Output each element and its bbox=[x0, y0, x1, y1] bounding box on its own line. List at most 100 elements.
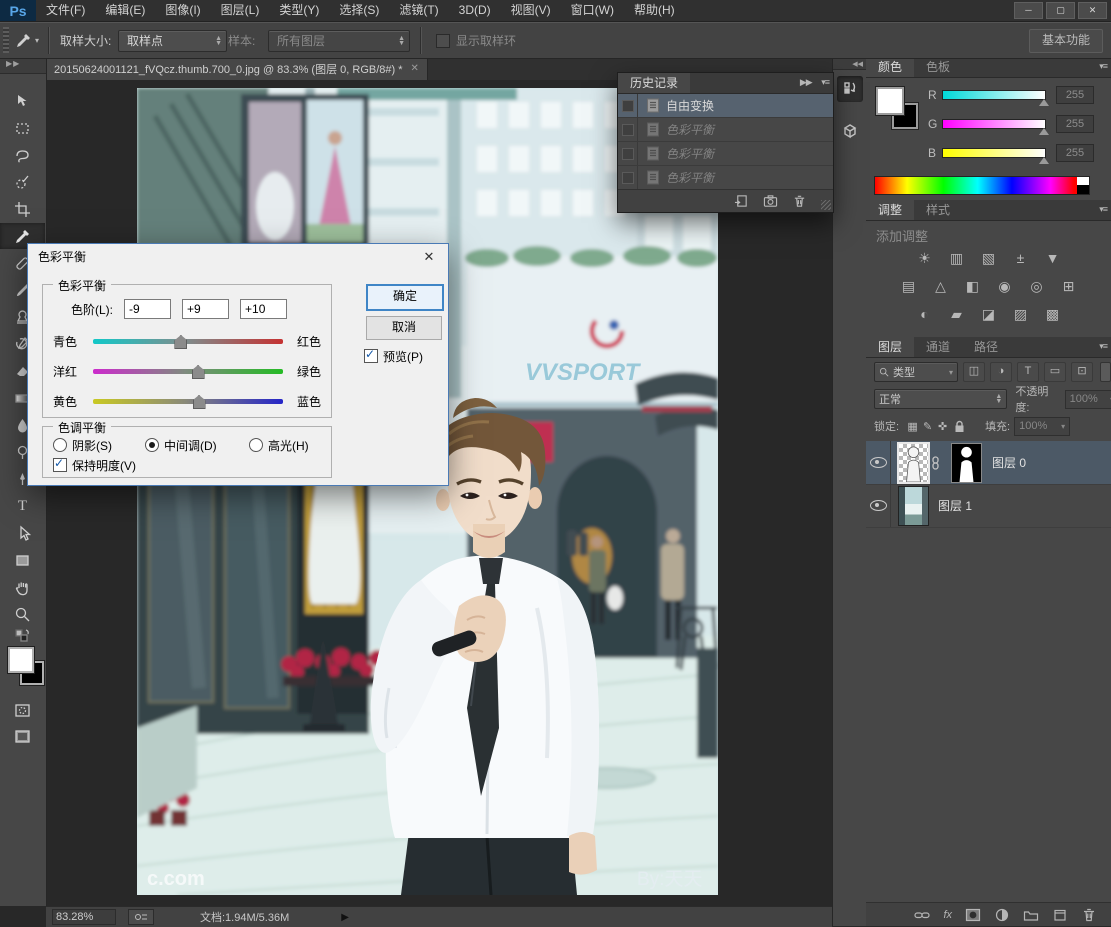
tab-history[interactable]: 历史记录 bbox=[618, 73, 690, 93]
hue-saturation-adjustment-icon[interactable]: ▤ bbox=[898, 278, 920, 295]
layer-0-mask-thumbnail[interactable] bbox=[951, 443, 982, 483]
threshold-adjustment-icon[interactable]: ◪ bbox=[978, 306, 1000, 323]
zoom-tool[interactable] bbox=[0, 601, 45, 627]
filter-type-layers-icon[interactable]: T bbox=[1017, 362, 1039, 382]
lock-transparent-pixels-icon[interactable]: ▦ bbox=[905, 420, 920, 433]
green-value-field[interactable]: 255 bbox=[1056, 115, 1094, 133]
layer-1-thumbnail[interactable] bbox=[899, 487, 928, 525]
menu-file[interactable]: 文件(F) bbox=[36, 0, 95, 21]
tab-channels[interactable]: 通道 bbox=[914, 337, 962, 357]
cyan-red-slider-thumb[interactable] bbox=[174, 335, 187, 349]
status-options-icon[interactable] bbox=[128, 909, 154, 925]
selective-color-adjustment-icon[interactable]: ▩ bbox=[1042, 306, 1064, 323]
document-tab[interactable]: 20150624001121_fVQcz.thumb.700_0.jpg @ 8… bbox=[46, 57, 428, 80]
exposure-adjustment-icon[interactable]: ± bbox=[1010, 250, 1032, 267]
delete-layer-trash-icon[interactable] bbox=[1081, 908, 1097, 922]
cyan-red-value-input[interactable] bbox=[124, 299, 171, 319]
quick-mask-button[interactable] bbox=[0, 697, 45, 723]
panel-menu-icon[interactable]: ▾≡ bbox=[1099, 204, 1107, 214]
tool-preset-eyedropper[interactable]: ▾ bbox=[14, 23, 39, 58]
tab-swatches[interactable]: 色板 bbox=[914, 57, 962, 77]
magenta-green-slider-thumb[interactable] bbox=[192, 365, 205, 379]
magenta-green-slider[interactable] bbox=[93, 369, 283, 374]
layer-filter-type-dropdown[interactable]: 类型 ▾ bbox=[874, 362, 958, 382]
panel-menu-icon[interactable]: ▾≡ bbox=[1099, 61, 1107, 71]
delete-state-trash-icon[interactable] bbox=[792, 194, 807, 208]
vibrance-adjustment-icon[interactable]: ▼ bbox=[1042, 250, 1064, 267]
brightness-contrast-adjustment-icon[interactable]: ☀ bbox=[914, 250, 936, 267]
menu-view[interactable]: 视图(V) bbox=[501, 0, 561, 21]
color-spectrum-ramp[interactable] bbox=[874, 176, 1090, 195]
dialog-close-icon[interactable]: ✕ bbox=[420, 249, 438, 265]
photo-filter-adjustment-icon[interactable]: ◉ bbox=[994, 278, 1016, 295]
zoom-percentage-field[interactable]: 83.28% bbox=[52, 909, 116, 925]
rectangular-marquee-tool[interactable] bbox=[0, 115, 45, 141]
lock-position-icon[interactable]: ✜ bbox=[935, 420, 950, 433]
menu-help[interactable]: 帮助(H) bbox=[624, 0, 685, 21]
menu-layer[interactable]: 图层(L) bbox=[211, 0, 270, 21]
panel-resize-grip[interactable] bbox=[821, 200, 831, 210]
blue-slider-thumb[interactable] bbox=[1039, 157, 1049, 164]
screen-mode-button[interactable] bbox=[0, 723, 45, 749]
path-selection-tool[interactable] bbox=[0, 520, 45, 546]
layer-name[interactable]: 图层 0 bbox=[992, 454, 1026, 471]
levels-adjustment-icon[interactable]: ▥ bbox=[946, 250, 968, 267]
preview-checkbox[interactable]: 预览(P) bbox=[364, 348, 423, 365]
layer-style-fx-icon[interactable]: fx bbox=[943, 909, 952, 921]
yellow-blue-value-input[interactable] bbox=[240, 299, 287, 319]
dialog-title-bar[interactable]: 色彩平衡 ✕ bbox=[28, 244, 448, 269]
green-slider-thumb[interactable] bbox=[1039, 128, 1049, 135]
cancel-button[interactable]: 取消 bbox=[366, 316, 442, 340]
history-source-checkbox[interactable] bbox=[618, 94, 638, 117]
status-menu-arrow-icon[interactable]: ▶ bbox=[341, 912, 349, 923]
black-white-adjustment-icon[interactable]: ◧ bbox=[962, 278, 984, 295]
magenta-green-value-input[interactable] bbox=[182, 299, 229, 319]
invert-adjustment-icon[interactable]: ◐ bbox=[914, 306, 936, 323]
crop-tool[interactable] bbox=[0, 196, 45, 222]
close-window-button[interactable]: ✕ bbox=[1078, 2, 1107, 19]
white-swatch[interactable] bbox=[1077, 177, 1089, 185]
foreground-color-swatch[interactable] bbox=[876, 87, 904, 115]
history-state-free-transform[interactable]: 自由变换 bbox=[618, 94, 833, 118]
layer-filter-toggle[interactable] bbox=[1100, 362, 1111, 382]
blue-value-field[interactable]: 255 bbox=[1056, 144, 1094, 162]
options-bar-grip[interactable] bbox=[3, 27, 9, 53]
menu-3d[interactable]: 3D(D) bbox=[449, 0, 501, 21]
tab-adjustments[interactable]: 调整 bbox=[866, 200, 914, 220]
minimize-button[interactable]: ─ bbox=[1014, 2, 1043, 19]
green-slider[interactable] bbox=[942, 119, 1046, 129]
black-swatch[interactable] bbox=[1077, 185, 1089, 194]
workspace-switcher-button[interactable]: 基本功能 bbox=[1029, 29, 1103, 53]
lasso-tool[interactable] bbox=[0, 142, 45, 168]
posterize-adjustment-icon[interactable]: ▰ bbox=[946, 306, 968, 323]
filter-pixel-layers-icon[interactable]: ◫ bbox=[963, 362, 985, 382]
move-tool[interactable] bbox=[0, 88, 45, 114]
history-panel-dock-icon[interactable] bbox=[837, 76, 863, 102]
yellow-blue-slider[interactable] bbox=[93, 399, 283, 404]
menu-type[interactable]: 类型(Y) bbox=[269, 0, 329, 21]
new-adjustment-layer-icon[interactable] bbox=[994, 908, 1010, 922]
highlights-radio[interactable]: 高光(H) bbox=[249, 437, 309, 454]
lock-image-pixels-icon[interactable]: ✎ bbox=[920, 420, 935, 433]
menu-edit[interactable]: 编辑(E) bbox=[95, 0, 155, 21]
red-slider-thumb[interactable] bbox=[1039, 99, 1049, 106]
new-group-folder-icon[interactable] bbox=[1023, 908, 1039, 922]
tab-color[interactable]: 颜色 bbox=[866, 57, 914, 77]
gradient-map-adjustment-icon[interactable]: ▨ bbox=[1010, 306, 1032, 323]
preserve-luminosity-checkbox[interactable]: 保持明度(V) bbox=[53, 457, 136, 474]
color-lookup-adjustment-icon[interactable]: ⊞ bbox=[1058, 278, 1080, 295]
history-source-checkbox[interactable] bbox=[618, 118, 638, 141]
new-layer-icon[interactable] bbox=[1052, 908, 1068, 922]
layer-visibility-toggle[interactable] bbox=[866, 441, 891, 484]
menu-image[interactable]: 图像(I) bbox=[155, 0, 210, 21]
history-source-checkbox[interactable] bbox=[618, 142, 638, 165]
blend-mode-dropdown[interactable]: 正常 ▲▼ bbox=[874, 389, 1007, 409]
hand-tool[interactable] bbox=[0, 574, 45, 600]
panel-menu-icon[interactable]: ▾≡ bbox=[1099, 341, 1107, 351]
history-source-checkbox[interactable] bbox=[618, 166, 638, 189]
filter-shape-layers-icon[interactable]: ▭ bbox=[1044, 362, 1066, 382]
layer-row-1[interactable]: 图层 1 bbox=[866, 484, 1111, 528]
blue-slider[interactable] bbox=[942, 148, 1046, 158]
red-slider[interactable] bbox=[942, 90, 1046, 100]
menu-select[interactable]: 选择(S) bbox=[329, 0, 389, 21]
